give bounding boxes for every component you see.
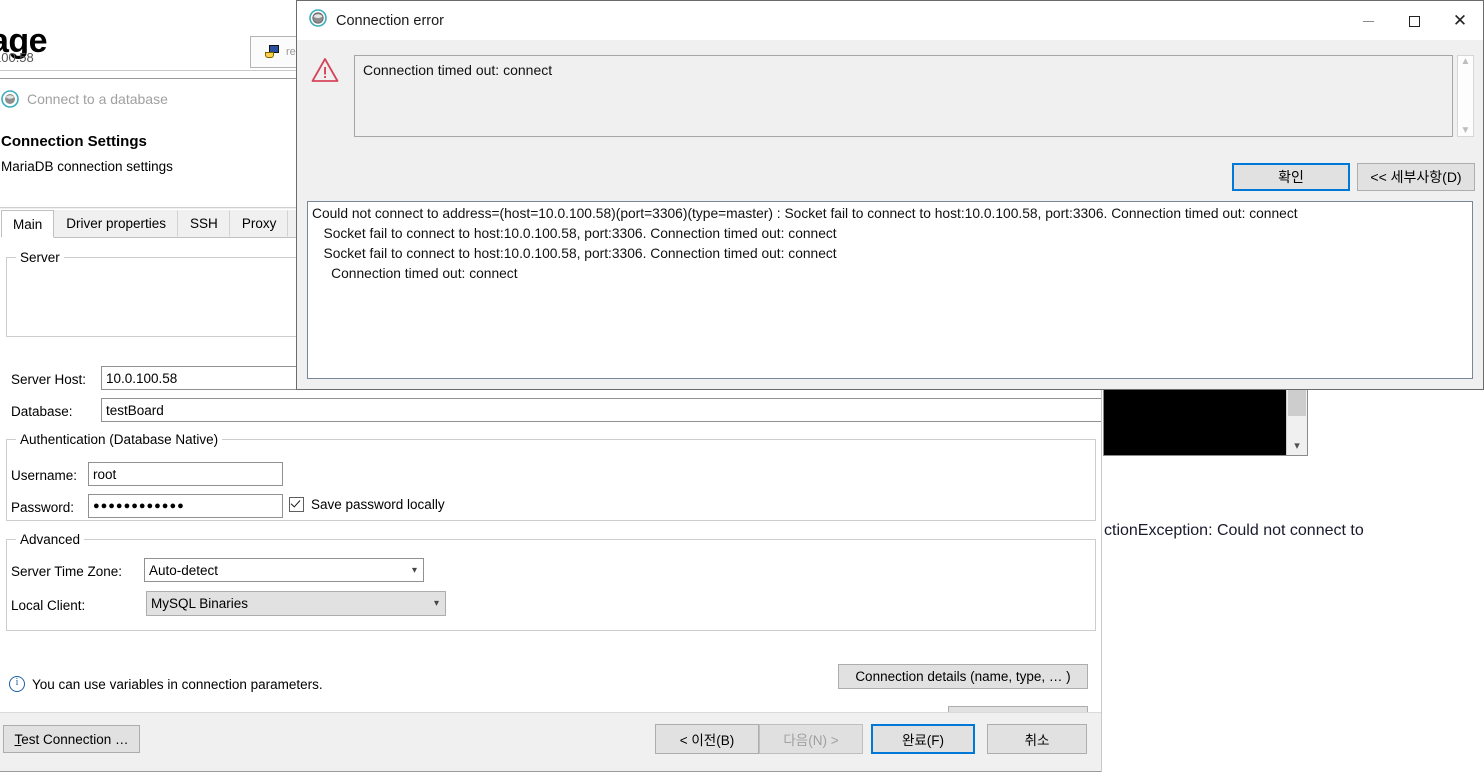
chevron-down-icon: ▾ bbox=[411, 564, 417, 576]
connect-database-title: Connect to a database bbox=[27, 91, 168, 107]
advanced-group-legend: Advanced bbox=[16, 532, 85, 547]
connect-database-footer: Test Connection … < 이전(B) 다음(N) > 완료(F) … bbox=[0, 712, 1101, 771]
close-icon[interactable]: ✕ bbox=[1437, 1, 1483, 41]
database-server-icon bbox=[265, 45, 281, 59]
scroll-up-icon[interactable]: ▲ bbox=[1461, 56, 1471, 67]
background-subtext: 100.58 bbox=[0, 50, 34, 65]
error-message-text: Connection timed out: connect bbox=[354, 55, 1453, 137]
variables-hint: i You can use variables in connection pa… bbox=[9, 676, 323, 692]
wizard-next-button: 다음(N) > bbox=[759, 724, 863, 754]
tab-ssh[interactable]: SSH bbox=[178, 210, 230, 237]
window-controls: ✕ bbox=[1345, 1, 1483, 40]
error-message-scrollbar[interactable]: ▲ ▼ bbox=[1457, 55, 1474, 137]
save-password-checkbox[interactable] bbox=[289, 497, 304, 512]
server-host-label: Server Host: bbox=[11, 372, 87, 387]
screen-root: age 100.58 re... Connect to a database C… bbox=[0, 0, 1484, 772]
server-timezone-value: Auto-detect bbox=[149, 562, 219, 578]
chevron-down-icon[interactable]: ▾ bbox=[1294, 439, 1300, 455]
server-timezone-label: Server Time Zone: bbox=[11, 564, 123, 579]
error-dialog-titlebar[interactable]: Connection error ✕ bbox=[297, 1, 1483, 41]
password-input[interactable]: ●●●●●●●●●●●● bbox=[88, 494, 283, 518]
save-password-checkbox-row[interactable]: Save password locally bbox=[289, 497, 445, 512]
warning-icon bbox=[311, 57, 339, 83]
local-client-select[interactable]: MySQL Binaries ▾ bbox=[146, 591, 446, 616]
background-divider bbox=[0, 70, 300, 71]
connection-details-button[interactable]: Connection details (name, type, … ) bbox=[838, 664, 1088, 689]
background-exception-text-bottom: ctionException: Could not connect to bbox=[1104, 522, 1364, 539]
error-details-line: Socket fail to connect to host:10.0.100.… bbox=[312, 246, 837, 261]
details-toggle-button[interactable]: << 세부사항(D) bbox=[1357, 163, 1475, 191]
error-dialog-bottom-frame bbox=[297, 379, 1483, 389]
database-connect-icon bbox=[309, 9, 327, 32]
error-dialog-message-area: Connection timed out: connect ▲ ▼ bbox=[297, 41, 1483, 151]
authentication-group-legend: Authentication (Database Native) bbox=[16, 432, 223, 447]
tab-driver-properties[interactable]: Driver properties bbox=[54, 210, 179, 237]
error-details-line: Socket fail to connect to host:10.0.100.… bbox=[312, 226, 837, 241]
background-console-box: ▾ bbox=[1103, 383, 1308, 456]
connection-error-dialog: Connection error ✕ Connection timed out:… bbox=[296, 0, 1484, 390]
console-scrollbar[interactable]: ▾ bbox=[1286, 384, 1307, 455]
database-label: Database: bbox=[11, 404, 73, 419]
chevron-down-icon: ▾ bbox=[433, 598, 439, 609]
tab-proxy[interactable]: Proxy bbox=[229, 210, 289, 237]
error-details-panel[interactable]: Could not connect to address=(host=10.0.… bbox=[307, 201, 1473, 379]
scroll-down-icon[interactable]: ▼ bbox=[1461, 125, 1471, 136]
wizard-finish-button[interactable]: 완료(F) bbox=[871, 724, 975, 754]
maximize-icon[interactable] bbox=[1391, 1, 1437, 41]
tab-main[interactable]: Main bbox=[1, 210, 55, 238]
ok-button[interactable]: 확인 bbox=[1232, 163, 1350, 191]
advanced-group: Advanced bbox=[6, 532, 1096, 631]
variables-hint-text: You can use variables in connection para… bbox=[32, 676, 323, 692]
info-icon: i bbox=[9, 676, 25, 692]
username-label: Username: bbox=[11, 468, 78, 483]
wizard-cancel-button[interactable]: 취소 bbox=[987, 724, 1087, 754]
local-client-label: Local Client: bbox=[11, 598, 86, 613]
background-panel-edge bbox=[1101, 370, 1102, 772]
minimize-icon[interactable] bbox=[1345, 1, 1391, 41]
error-details-line: Connection timed out: connect bbox=[312, 266, 518, 281]
server-group-legend: Server bbox=[16, 250, 64, 265]
error-dialog-title: Connection error bbox=[336, 12, 444, 29]
username-input[interactable]: root bbox=[88, 462, 283, 486]
database-connect-icon bbox=[1, 90, 19, 108]
error-details-line: Could not connect to address=(host=10.0.… bbox=[312, 206, 1298, 221]
password-label: Password: bbox=[11, 500, 75, 515]
test-connection-label: est Connection … bbox=[21, 731, 129, 747]
error-dialog-buttons: 확인 << 세부사항(D) bbox=[1232, 163, 1475, 191]
test-connection-button[interactable]: Test Connection … bbox=[3, 725, 140, 753]
wizard-back-button[interactable]: < 이전(B) bbox=[655, 724, 759, 754]
save-password-label: Save password locally bbox=[311, 497, 445, 512]
server-timezone-select[interactable]: Auto-detect ▾ bbox=[144, 558, 424, 582]
local-client-value: MySQL Binaries bbox=[151, 596, 249, 611]
database-input[interactable]: testBoard bbox=[101, 398, 1101, 422]
